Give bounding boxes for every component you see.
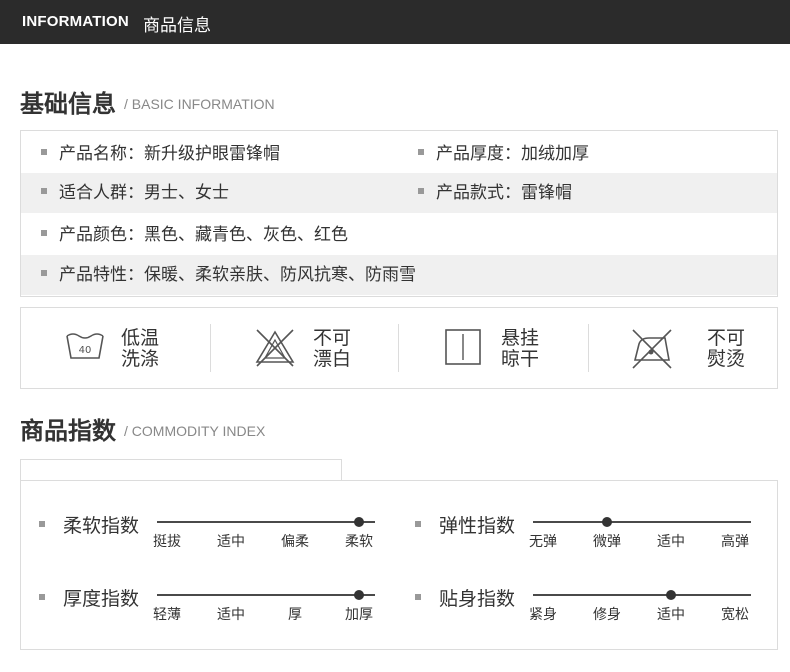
info-cell: 产品颜色：黑色、藏青色、灰色、红色 (41, 215, 348, 255)
index-label: 适中 (217, 607, 245, 623)
info-text: 产品款式：雷锋帽 (436, 183, 572, 203)
info-cell: 产品特性：保暖、柔软亲肤、防风抗寒、防雨雪 (41, 255, 416, 295)
index-label: 厚 (288, 607, 302, 623)
index-marker (602, 517, 612, 527)
bullet-icon (415, 594, 421, 600)
bullet-icon (41, 149, 47, 155)
info-text: 适合人群：男士、女士 (59, 183, 229, 203)
index-marker (666, 590, 676, 600)
bullet-icon (418, 188, 424, 194)
info-text: 产品颜色：黑色、藏青色、灰色、红色 (59, 225, 348, 245)
index-label: 挺拔 (153, 534, 181, 550)
index-name: 贴身指数 (439, 588, 516, 610)
care-label-line1: 悬挂 (501, 327, 540, 349)
info-cell: 适合人群：男士、女士 (41, 173, 229, 213)
index-name: 厚度指数 (63, 588, 140, 610)
info-row: 产品特性：保暖、柔软亲肤、防风抗寒、防雨雪 (21, 255, 777, 295)
info-text: 产品特性：保暖、柔软亲肤、防风抗寒、防雨雪 (59, 265, 416, 285)
index-track (157, 594, 375, 596)
index-label: 加厚 (345, 607, 373, 623)
index-tab (20, 459, 342, 481)
info-row: 产品颜色：黑色、藏青色、灰色、红色 (21, 215, 777, 255)
care-label-line2: 熨烫 (707, 348, 746, 370)
care-label-line1: 不可 (313, 327, 352, 349)
basic-info-subtitle: / BASIC INFORMATION (124, 96, 275, 112)
wash-40-icon: 40 (66, 333, 104, 359)
index-label: 柔软 (345, 534, 373, 550)
commodity-index-subtitle: / COMMODITY INDEX (124, 423, 266, 439)
commodity-index-title: 商品指数 (20, 417, 116, 445)
index-label: 修身 (593, 607, 621, 623)
index-label: 适中 (657, 534, 685, 550)
index-marker (354, 590, 364, 600)
care-item-wash: 40 低温 洗涤 (21, 308, 211, 388)
commodity-index-panel: 柔软指数 挺拔 适中 偏柔 柔软 弹性指数 无弹 微弹 适中 高弹 厚度指数 轻薄 适中厚加厚 贴身指数紧… (20, 480, 778, 650)
index-marker (354, 517, 364, 527)
index-label: 适中 (217, 534, 245, 550)
basic-info-title: 基础信息 (20, 90, 116, 118)
index-label: 无弹 (529, 534, 557, 550)
no-iron-icon (632, 329, 672, 369)
no-bleach-icon (255, 329, 295, 367)
info-row: 产品名称：新升级护眼雷锋帽 产品厚度：加绒加厚 (21, 134, 777, 174)
info-text: 产品厚度：加绒加厚 (436, 144, 589, 164)
header-title-cn: 商品信息 (143, 16, 211, 36)
header-bar: INFORMATION 商品信息 (0, 0, 790, 44)
index-track (533, 521, 751, 523)
index-label: 微弹 (593, 534, 621, 550)
header-title-en: INFORMATION (22, 13, 129, 30)
index-track (533, 594, 751, 596)
index-label: 高弹 (721, 534, 749, 550)
care-instructions: 40 低温 洗涤 不可 漂白 悬挂 晾干 不可 熨烫 (20, 307, 778, 389)
hang-dry-icon (445, 329, 481, 365)
bullet-icon (41, 188, 47, 194)
index-label: 适中 (657, 607, 685, 623)
info-row: 适合人群：男士、女士 产品款式：雷锋帽 (21, 173, 777, 213)
bullet-icon (418, 149, 424, 155)
bullet-icon (39, 594, 45, 600)
svg-text:40: 40 (79, 345, 92, 356)
basic-info-table: 产品名称：新升级护眼雷锋帽 产品厚度：加绒加厚 适合人群：男士、女士 产品款式：… (20, 130, 778, 297)
index-label: 紧身 (529, 607, 557, 623)
care-label-line1: 低温 (121, 327, 160, 349)
index-name: 弹性指数 (439, 515, 516, 537)
index-label: 轻薄 (153, 607, 181, 623)
index-track (157, 521, 375, 523)
care-label-line1: 不可 (707, 327, 746, 349)
index-label: 宽松 (721, 607, 749, 623)
care-item-bleach: 不可 漂白 (211, 308, 399, 388)
bullet-icon (39, 521, 45, 527)
care-item-hang-dry: 悬挂 晾干 (399, 308, 589, 388)
bullet-icon (41, 270, 47, 276)
bullet-icon (415, 521, 421, 527)
index-name: 柔软指数 (63, 515, 140, 537)
info-cell: 产品名称：新升级护眼雷锋帽 (41, 134, 280, 174)
bullet-icon (41, 230, 47, 236)
care-label-line2: 洗涤 (121, 348, 160, 370)
info-cell: 产品厚度：加绒加厚 (418, 134, 589, 174)
care-label-line2: 晾干 (501, 348, 540, 370)
info-cell: 产品款式：雷锋帽 (418, 173, 572, 213)
care-item-iron: 不可 熨烫 (589, 308, 777, 388)
index-label: 偏柔 (281, 534, 309, 550)
info-text: 产品名称：新升级护眼雷锋帽 (59, 144, 280, 164)
care-label-line2: 漂白 (313, 348, 352, 370)
